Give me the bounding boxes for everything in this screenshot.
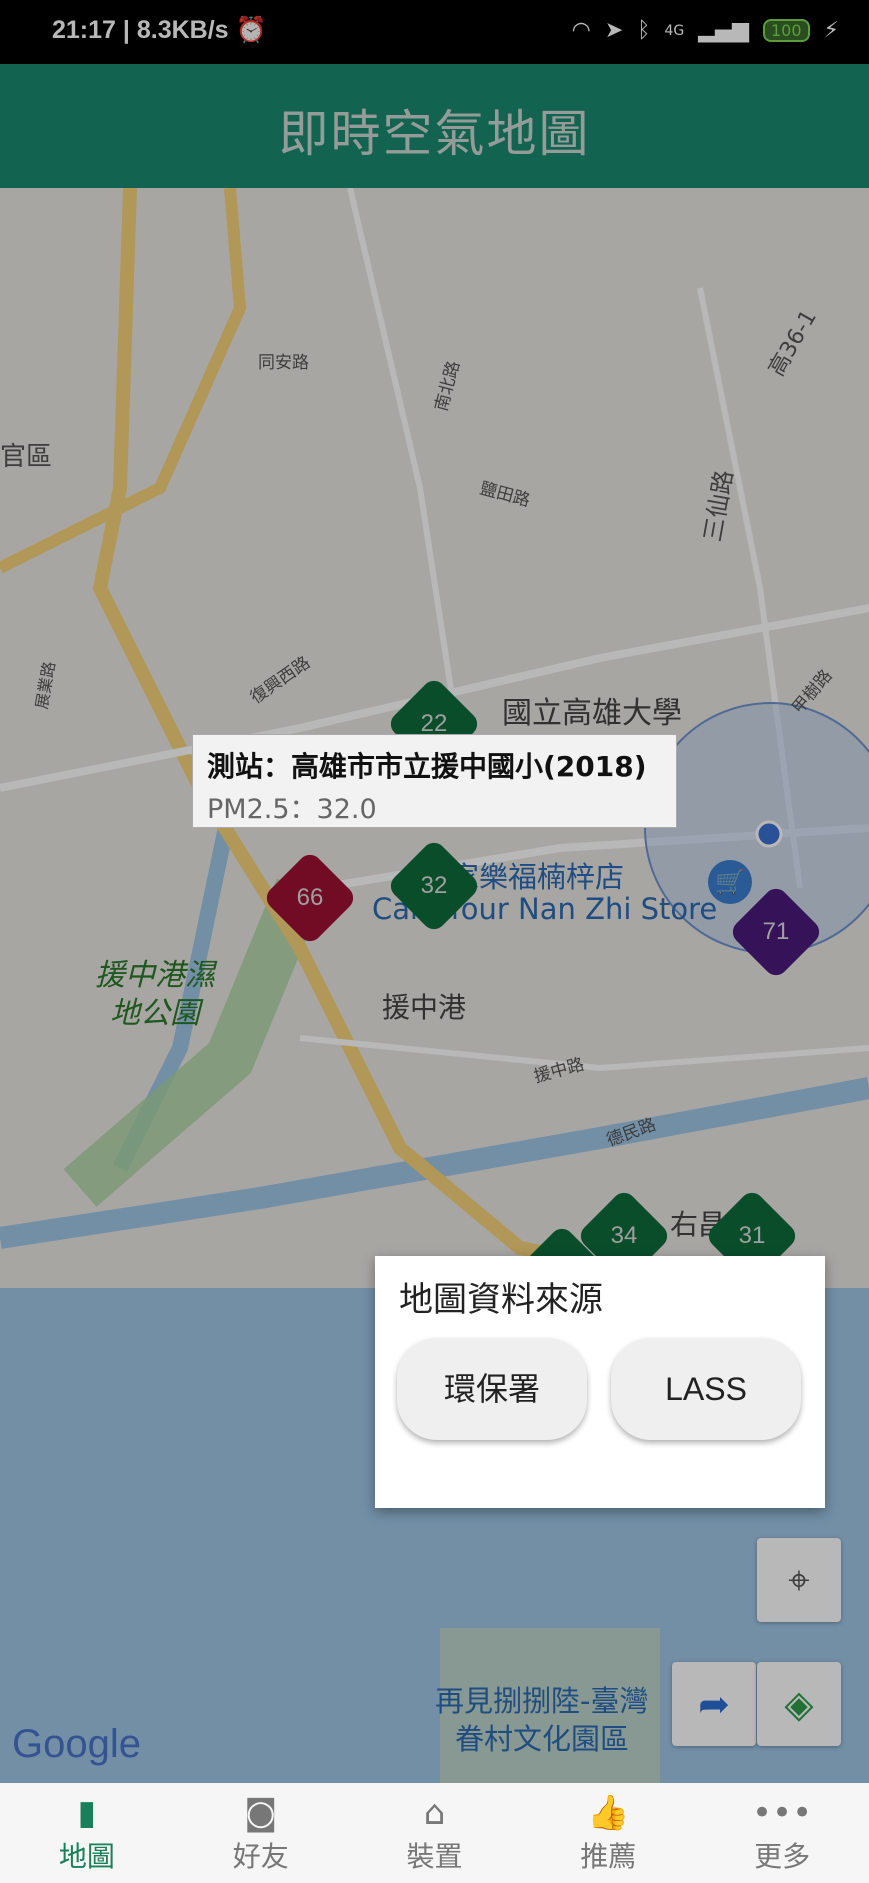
directions-icon: ➦ (698, 1682, 730, 1726)
epa-source-button[interactable]: 環保署 (397, 1338, 587, 1440)
home-icon: ⌂ (423, 1793, 446, 1833)
dialog-title: 地圖資料來源 (399, 1280, 603, 1320)
bottom-nav: ▮ 地圖 ◙ 好友 ⌂ 裝置 👍 推薦 ••• 更多 (0, 1783, 869, 1883)
nav-friends[interactable]: ◙ 好友 (174, 1783, 348, 1883)
nav-label: 裝置 (406, 1840, 463, 1873)
station-info-window[interactable]: 測站：高雄市市立援中國小(2018) PM2.5：32.0 (192, 734, 677, 828)
charging-icon: ⚡ (823, 18, 839, 43)
directions-button[interactable]: ➦ (672, 1662, 756, 1746)
air-quality-marker[interactable]: 66 (261, 849, 359, 947)
google-logo: Google (12, 1722, 141, 1766)
station-pm25: PM2.5：32.0 (207, 794, 377, 825)
map-label: 同安路 (258, 353, 309, 373)
air-quality-marker[interactable]: 32 (385, 837, 483, 935)
nav-label: 更多 (754, 1840, 811, 1873)
lass-source-button[interactable]: LASS (611, 1338, 801, 1440)
air-quality-marker[interactable]: 71 (727, 883, 825, 981)
map-label: 官區 (0, 442, 53, 472)
more-icon: ••• (752, 1793, 813, 1833)
data-source-dialog: 地圖資料來源 環保署 LASS (375, 1256, 825, 1508)
map-label: 援中港 (382, 991, 467, 1024)
station-name: 測站：高雄市市立援中國小(2018) (207, 750, 647, 783)
thumbs-up-icon: 👍 (587, 1793, 630, 1833)
page-title: 即時空氣地圖 (278, 105, 591, 163)
map-label: 地公園 (110, 996, 200, 1031)
map-label: 國立高雄大學 (502, 696, 682, 731)
nav-label: 地圖 (58, 1840, 115, 1873)
nav-recommend[interactable]: 👍 推薦 (521, 1783, 695, 1883)
person-icon: ◙ (244, 1793, 278, 1833)
signal-icon: ▂▄▆ (698, 18, 749, 43)
crosshair-icon: ⌖ (788, 1557, 810, 1602)
status-icons: ◠ ➤ ᛒ 4G ▂▄▆ 100 ⚡ (572, 18, 839, 43)
nav-map[interactable]: ▮ 地圖 (0, 1783, 174, 1883)
map-view[interactable]: 官區 同安路 南北路 鹽田路 三仙路 高36-1 復興西路 展業路 甲樹路 國立… (0, 188, 869, 1783)
nav-more[interactable]: ••• 更多 (695, 1783, 869, 1883)
google-maps-icon: ◈ (784, 1682, 814, 1726)
map-label: 再見捌捌陸-臺灣 (435, 1684, 649, 1718)
open-maps-button[interactable]: ◈ (757, 1662, 841, 1746)
my-location-button[interactable]: ⌖ (757, 1538, 841, 1622)
network-label: 4G (664, 22, 685, 39)
map-icon: ▮ (77, 1793, 97, 1833)
location-icon: ➤ (604, 18, 624, 43)
nav-label: 推薦 (580, 1840, 637, 1873)
nav-label: 好友 (232, 1840, 289, 1873)
wifi-icon: ◠ (571, 18, 591, 43)
bluetooth-icon: ᛒ (637, 18, 651, 43)
status-bar: 21:17 | 8.3KB/s ⏰ ◠ ➤ ᛒ 4G ▂▄▆ 100 ⚡ (0, 0, 869, 64)
battery-icon: 100 (763, 19, 810, 42)
status-time: 21:17 | 8.3KB/s ⏰ (52, 16, 267, 44)
map-label: 眷村文化園區 (455, 1722, 630, 1756)
nav-devices[interactable]: ⌂ 裝置 (348, 1783, 522, 1883)
app-bar: 即時空氣地圖 (0, 64, 869, 188)
